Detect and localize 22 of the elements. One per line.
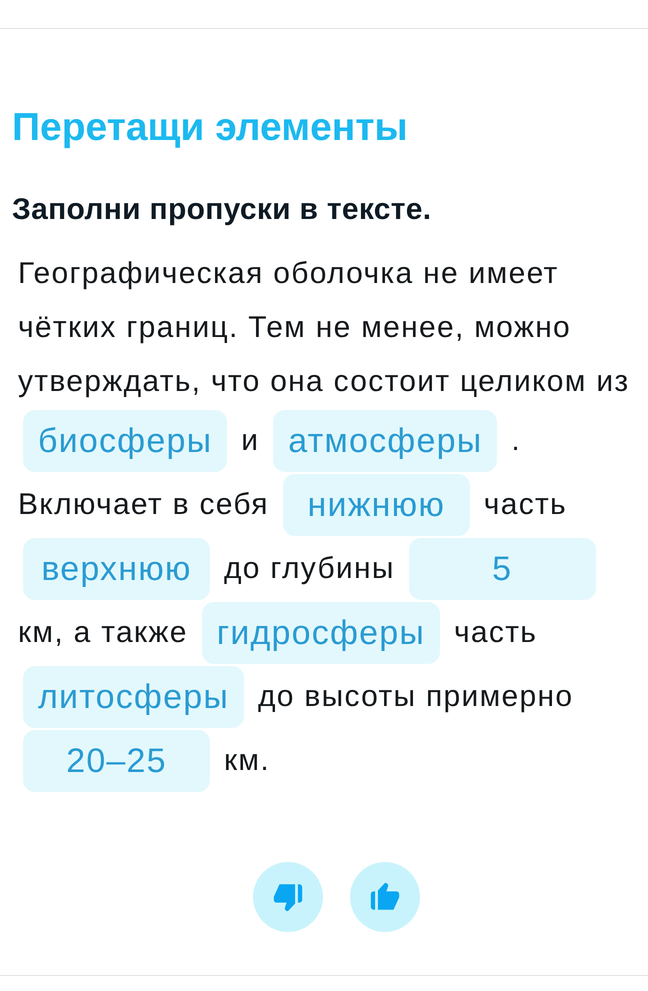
sentence-text: чётких границ. Тем не менее, можно — [18, 310, 572, 346]
answer-chip[interactable]: нижнюю — [282, 474, 470, 536]
answer-chip[interactable]: литосферы — [23, 666, 244, 728]
exercise-title: Перетащи элементы — [12, 105, 408, 151]
sentence-text: часть — [484, 487, 567, 523]
answer-chip[interactable]: 5 — [408, 538, 596, 600]
sentence-text: до высоты примерно — [258, 679, 574, 715]
answer-chip[interactable]: атмосферы — [273, 410, 498, 472]
answer-chip[interactable]: биосферы — [23, 410, 228, 472]
sentence-text: км, а также — [18, 615, 188, 651]
answer-chip[interactable]: 20–25 — [23, 730, 210, 792]
answer-chip[interactable]: гидросферы — [202, 602, 440, 664]
instruction-text: Заполни пропуски в тексте. — [12, 192, 432, 228]
sentence-text: до глубины — [224, 551, 395, 587]
sentence-text: утверждать, что она состоит целиком из — [18, 364, 630, 400]
sentence-text: Географическая оболочка не имеет — [18, 256, 559, 292]
sentence-text: . — [511, 423, 521, 459]
sentence-text: км. — [224, 743, 270, 779]
sentence-text: Включает в себя — [18, 487, 269, 523]
answer-chip[interactable]: верхнюю — [23, 538, 210, 600]
sentence-text: часть — [454, 615, 538, 651]
sentence-text: и — [241, 423, 260, 459]
